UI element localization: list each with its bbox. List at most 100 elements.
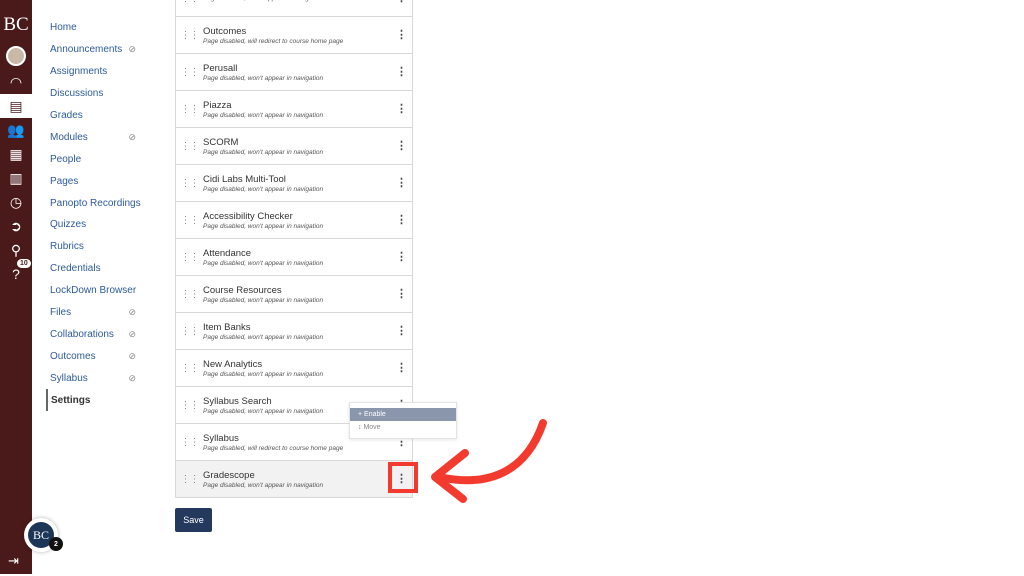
kebab-menu-icon[interactable]: ⋮ bbox=[396, 0, 407, 4]
nav-item-name: Course Resources bbox=[203, 284, 282, 296]
nav-item-row[interactable]: ⋮⋮ Course Resources Page disabled, won't… bbox=[175, 276, 413, 313]
kebab-menu-icon[interactable]: ⋮ bbox=[396, 250, 407, 263]
course-nav-quizzes[interactable]: Quizzes bbox=[46, 214, 146, 236]
course-nav: Home Announcements ⊘ Assignments Discussions… bbox=[46, 17, 146, 412]
kebab-menu-icon[interactable]: ⋮ bbox=[396, 139, 407, 152]
course-nav-grades[interactable]: Grades bbox=[46, 105, 146, 127]
course-nav-home[interactable]: Home bbox=[46, 17, 146, 39]
nav-item-row[interactable]: ⋮⋮ Cidi Labs Multi-Tool Page disabled, w… bbox=[175, 165, 413, 202]
nav-item-row[interactable]: ⋮⋮ SCORM Page disabled, won't appear in … bbox=[175, 128, 413, 165]
drag-handle-icon[interactable]: ⋮⋮ bbox=[176, 400, 203, 411]
drag-handle-icon[interactable]: ⋮⋮ bbox=[176, 0, 203, 4]
annotation-arrow bbox=[431, 419, 547, 503]
kebab-menu-icon[interactable]: ⋮ bbox=[396, 65, 407, 78]
course-nav-settings[interactable]: Settings bbox=[46, 389, 146, 412]
drag-handle-icon[interactable]: ⋮⋮ bbox=[176, 437, 203, 448]
course-nav-label: Modules bbox=[50, 131, 88, 143]
nav-item-status: Page disabled, won't appear in navigatio… bbox=[203, 74, 324, 82]
course-nav-label: Outcomes bbox=[50, 350, 96, 362]
kebab-menu-icon[interactable]: ⋮ bbox=[396, 361, 407, 374]
course-nav-lockdown-browser[interactable]: LockDown Browser bbox=[46, 280, 146, 302]
save-button[interactable]: Save bbox=[175, 508, 212, 532]
drag-handle-icon[interactable]: ⋮⋮ bbox=[176, 67, 203, 78]
nav-item-name: Gradescope bbox=[203, 469, 255, 481]
course-nav-assignments[interactable]: Assignments bbox=[46, 61, 146, 83]
course-nav-files[interactable]: Files ⊘ bbox=[46, 302, 146, 324]
drag-handle-icon[interactable]: ⋮⋮ bbox=[176, 30, 203, 41]
nav-item-status: Page disabled, won't appear in navigatio… bbox=[203, 222, 324, 230]
nav-item-status: Page disabled, won't appear in navigatio… bbox=[203, 296, 324, 304]
global-nav: BC ◠ ▤ 👥 ▦ ▥ ◷ ➲ ⚲ ? 10 bbox=[0, 0, 32, 574]
drag-handle-icon[interactable]: ⋮⋮ bbox=[176, 141, 203, 152]
nav-item-status: Page disabled, won't appear in navigatio… bbox=[203, 407, 324, 415]
hidden-eye-icon: ⊘ bbox=[128, 372, 136, 383]
course-nav-people[interactable]: People bbox=[46, 148, 146, 170]
account-nav[interactable] bbox=[0, 42, 32, 70]
hidden-eye-icon: ⊘ bbox=[128, 131, 136, 142]
dashboard-icon[interactable]: ◠ bbox=[0, 70, 32, 94]
drag-handle-icon[interactable]: ⋮⋮ bbox=[176, 363, 203, 374]
drag-handle-icon[interactable]: ⋮⋮ bbox=[176, 289, 203, 300]
kebab-menu-icon[interactable]: ⋮ bbox=[396, 102, 407, 115]
drag-handle-icon[interactable]: ⋮⋮ bbox=[176, 215, 203, 226]
nav-item-row[interactable]: ⋮⋮ Outcomes Page disabled, will redirect… bbox=[175, 17, 413, 54]
drag-handle-icon[interactable]: ⋮⋮ bbox=[176, 104, 203, 115]
kebab-menu-icon[interactable]: ⋮ bbox=[396, 176, 407, 189]
nav-item-status: Page disabled, won't appear in navigatio… bbox=[203, 0, 323, 2]
drag-handle-icon[interactable]: ⋮⋮ bbox=[176, 178, 203, 189]
nav-item-row[interactable]: ⋮⋮ Attendance Page disabled, won't appea… bbox=[175, 239, 413, 276]
kebab-menu-icon[interactable]: ⋮ bbox=[396, 324, 407, 337]
course-nav-panopto-recordings[interactable]: Panopto Recordings bbox=[46, 192, 146, 214]
nav-item-row[interactable]: ⋮⋮ New Analytics Page disabled, won't ap… bbox=[175, 350, 413, 387]
hidden-eye-icon: ⊘ bbox=[128, 350, 136, 361]
hidden-eye-icon: ⊘ bbox=[128, 328, 136, 339]
course-nav-label: LockDown Browser bbox=[50, 285, 137, 297]
nav-item-name: Outcomes bbox=[203, 25, 247, 37]
groups-icon[interactable]: 👥 bbox=[0, 118, 32, 142]
course-nav-label: Collaborations bbox=[50, 328, 114, 340]
kebab-menu-icon[interactable]: ⋮ bbox=[396, 28, 407, 41]
course-nav-syllabus[interactable]: Syllabus ⊘ bbox=[46, 367, 146, 389]
course-nav-credentials[interactable]: Credentials bbox=[46, 258, 146, 280]
kebab-menu-icon[interactable]: ⋮ bbox=[396, 287, 407, 300]
courses-icon[interactable]: ▤ bbox=[0, 94, 32, 118]
course-nav-modules[interactable]: Modules ⊘ bbox=[46, 126, 146, 148]
course-nav-announcements[interactable]: Announcements ⊘ bbox=[46, 39, 146, 61]
course-nav-label: People bbox=[50, 153, 82, 165]
collapse-nav-icon[interactable]: ⇥ bbox=[8, 553, 19, 569]
history-icon[interactable]: ◷ bbox=[0, 190, 32, 214]
nav-item-status: Page disabled, won't appear in navigatio… bbox=[203, 333, 324, 341]
inbox-icon[interactable]: ▥ bbox=[0, 166, 32, 190]
course-nav-outcomes[interactable]: Outcomes ⊘ bbox=[46, 345, 146, 367]
course-nav-discussions[interactable]: Discussions bbox=[46, 83, 146, 105]
help-badge: 10 bbox=[17, 259, 31, 268]
kebab-menu-icon[interactable]: ⋮ bbox=[396, 213, 407, 226]
nav-item-row[interactable]: ⋮⋮ Piazza Page disabled, won't appear in… bbox=[175, 91, 413, 128]
course-nav-rubrics[interactable]: Rubrics bbox=[46, 236, 146, 258]
nav-item-status: Page disabled, will redirect to course h… bbox=[203, 444, 344, 452]
course-nav-label: Panopto Recordings bbox=[50, 197, 141, 209]
course-nav-label: Assignments bbox=[50, 66, 108, 78]
nav-item-name: Perusall bbox=[203, 62, 238, 74]
nav-item-status: Page disabled, will redirect to course h… bbox=[203, 37, 344, 45]
nav-item-row[interactable]: ⋮⋮ Accessibility Checker Page disabled, … bbox=[175, 202, 413, 239]
nav-item-row[interactable]: ⋮⋮ Gradescope Page disabled, won't appea… bbox=[175, 461, 413, 498]
drag-handle-icon[interactable]: ⋮⋮ bbox=[176, 474, 203, 485]
nav-item-row[interactable]: ⋮⋮ Item Banks Page disabled, won't appea… bbox=[175, 313, 413, 350]
school-logo[interactable]: BC bbox=[0, 14, 32, 42]
hidden-eye-icon: ⊘ bbox=[128, 44, 136, 55]
calendar-icon[interactable]: ▦ bbox=[0, 142, 32, 166]
drag-handle-icon[interactable]: ⋮⋮ bbox=[176, 326, 203, 337]
highlight-box bbox=[388, 462, 418, 493]
help-icon[interactable]: ? 10 bbox=[0, 259, 32, 286]
nav-item-row[interactable]: ⋮⋮ Page disabled, won't appear in naviga… bbox=[175, 0, 413, 17]
nav-item-name: Syllabus Search bbox=[203, 395, 272, 407]
course-nav-pages[interactable]: Pages bbox=[46, 170, 146, 192]
commons-icon[interactable]: ➲ bbox=[0, 214, 32, 238]
drag-handle-icon[interactable]: ⋮⋮ bbox=[176, 252, 203, 263]
course-nav-label: Settings bbox=[51, 394, 91, 406]
course-nav-collaborations[interactable]: Collaborations ⊘ bbox=[46, 323, 146, 345]
nav-item-row[interactable]: ⋮⋮ Perusall Page disabled, won't appear … bbox=[175, 54, 413, 91]
notification-badge: 2 bbox=[49, 537, 63, 551]
nav-item-status: Page disabled, won't appear in navigatio… bbox=[203, 111, 324, 119]
